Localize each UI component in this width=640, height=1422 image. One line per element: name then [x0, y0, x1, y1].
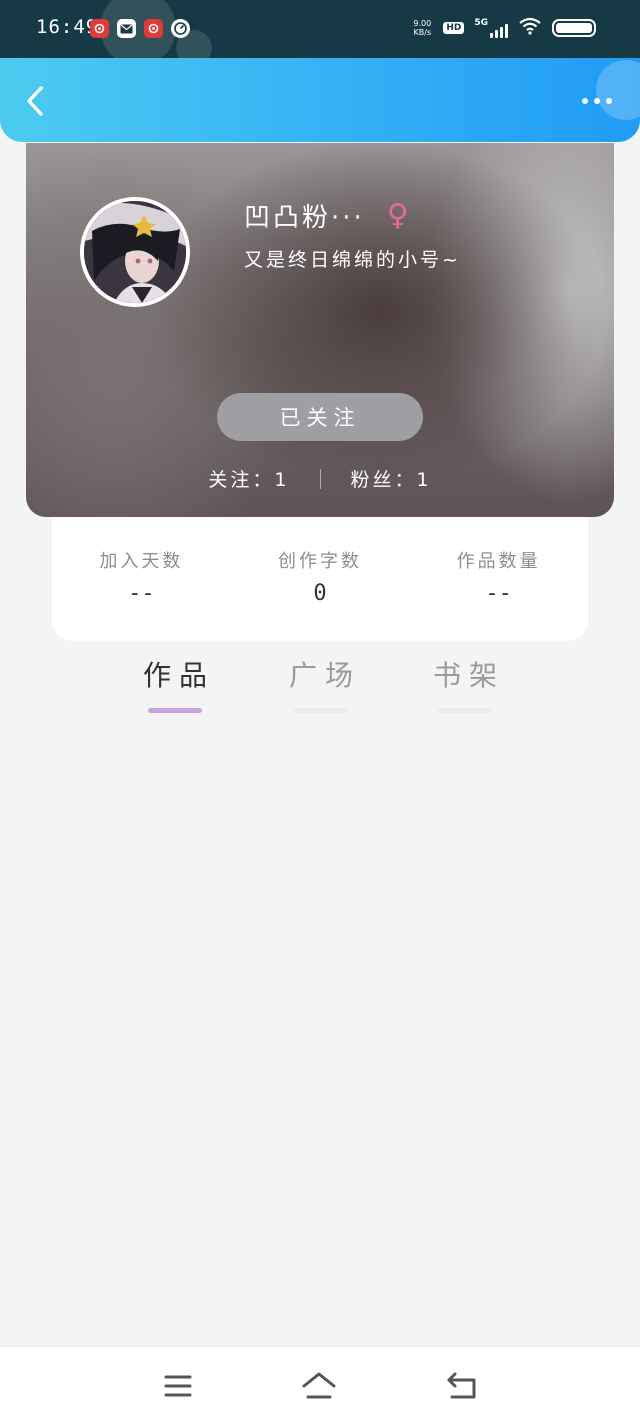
- tab-square[interactable]: 广场: [276, 654, 366, 713]
- signal-icon: 5G: [474, 18, 508, 38]
- tab-indicator: [148, 708, 202, 713]
- avatar[interactable]: [80, 197, 190, 307]
- status-bar: 16:49 9.00 KB/s HD 5G: [0, 0, 640, 58]
- stat-value: 0: [313, 581, 327, 606]
- tab-label: 作品: [142, 659, 215, 692]
- stats-divider: [319, 468, 321, 489]
- home-icon: [302, 1372, 336, 1399]
- stat-works-count: 作品数量 --: [424, 547, 574, 641]
- home-button[interactable]: [302, 1369, 336, 1403]
- female-icon: ♀: [386, 198, 412, 233]
- following-count[interactable]: 关注：1: [208, 465, 289, 492]
- notification-icons: [90, 19, 190, 38]
- stats-panel: 加入天数 -- 创作字数 0 作品数量 --: [52, 517, 588, 641]
- signal-bar: [500, 27, 503, 38]
- tab-works[interactable]: 作品: [130, 654, 220, 713]
- hd-badge: HD: [443, 22, 465, 34]
- network-type: 5G: [474, 18, 488, 28]
- battery-icon: [552, 19, 596, 37]
- back-icon: [447, 1372, 476, 1399]
- menu-icon: [164, 1375, 192, 1397]
- system-indicators: 9.00 KB/s HD 5G: [411, 17, 596, 39]
- header-bar: [0, 58, 640, 142]
- stat-label: 作品数量: [456, 551, 541, 572]
- network-speed-value: 9.00: [413, 19, 432, 28]
- wifi-icon: [518, 17, 542, 39]
- chevron-left-icon: [27, 86, 43, 116]
- signal-bar: [495, 30, 498, 38]
- speed-dial-icon: [171, 19, 190, 38]
- network-speed: 9.00 KB/s: [411, 19, 433, 37]
- follow-stats: 关注：1 粉丝：1: [26, 465, 614, 492]
- battery-fill: [556, 23, 592, 33]
- more-button[interactable]: [582, 98, 612, 104]
- more-dot: [606, 98, 612, 104]
- signal-bar: [505, 24, 508, 38]
- stat-value: --: [485, 581, 512, 606]
- system-nav-bar: [0, 1346, 640, 1422]
- profile-card: 凹凸粉··· ♀ 又是终日绵绵的小号~ 已关注 关注：1 粉丝：1: [26, 143, 614, 517]
- tab-indicator: [294, 708, 348, 713]
- back-nav-button[interactable]: [445, 1369, 479, 1403]
- netease-music-icon: [144, 19, 163, 38]
- menu-button[interactable]: [161, 1369, 195, 1403]
- bio-text: 又是终日绵绵的小号~: [244, 249, 461, 271]
- follow-button[interactable]: 已关注: [217, 393, 423, 441]
- stat-label: 创作字数: [277, 551, 362, 572]
- stat-value: --: [128, 581, 155, 606]
- tab-bookshelf[interactable]: 书架: [420, 654, 510, 713]
- status-time: 16:49: [36, 16, 99, 38]
- mail-icon: [117, 19, 136, 38]
- tab-indicator: [438, 708, 492, 713]
- more-dot: [582, 98, 588, 104]
- stat-label: 加入天数: [99, 551, 184, 572]
- followers-count[interactable]: 粉丝：1: [351, 465, 432, 492]
- back-button[interactable]: [20, 86, 50, 116]
- tab-label: 广场: [288, 659, 361, 692]
- nickname: 凹凸粉··· ♀: [244, 197, 412, 234]
- header-decoration: [596, 60, 640, 120]
- signal-bar: [490, 33, 493, 38]
- stat-word-count: 创作字数 0: [245, 547, 395, 641]
- avatar-image: [84, 201, 186, 303]
- stat-join-days: 加入天数 --: [66, 547, 216, 641]
- nickname-text: 凹凸粉···: [244, 203, 365, 233]
- more-dot: [594, 98, 600, 104]
- netease-music-icon: [90, 19, 109, 38]
- network-speed-unit: KB/s: [413, 28, 432, 37]
- content-tabs: 作品 广场 书架: [0, 654, 640, 724]
- tab-label: 书架: [432, 659, 505, 692]
